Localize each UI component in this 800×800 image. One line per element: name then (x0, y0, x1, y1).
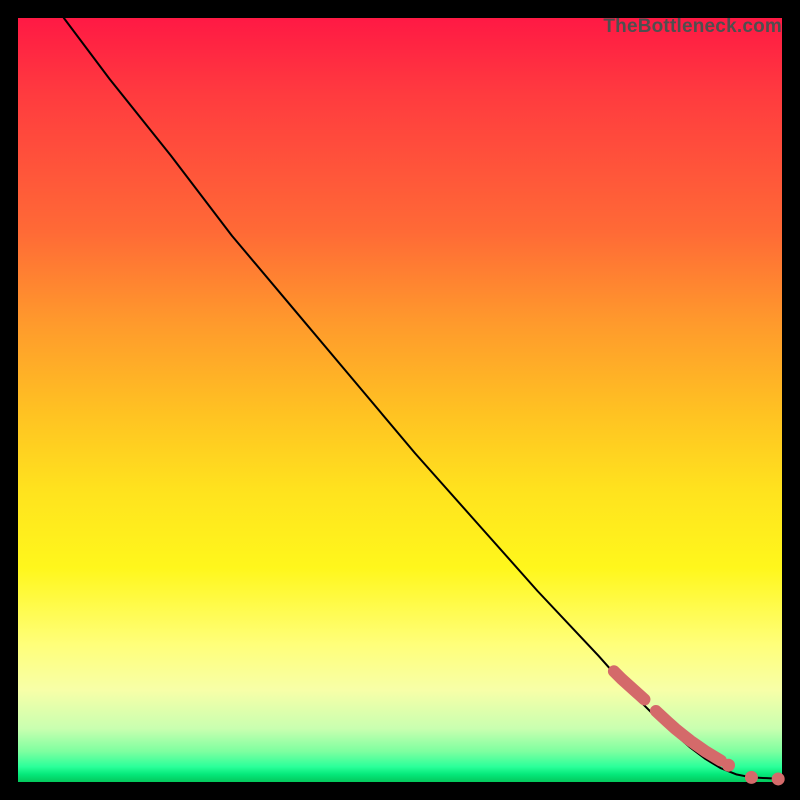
chart-container: TheBottleneck.com (0, 0, 800, 800)
scatter-point (772, 773, 784, 785)
scatter-segment (656, 711, 721, 761)
scatter-points (614, 671, 784, 785)
scatter-segment (614, 671, 645, 699)
curve-line (64, 18, 782, 779)
plot-area: TheBottleneck.com (18, 18, 782, 782)
chart-svg (18, 18, 782, 782)
scatter-point (745, 771, 757, 783)
scatter-point (723, 759, 735, 771)
